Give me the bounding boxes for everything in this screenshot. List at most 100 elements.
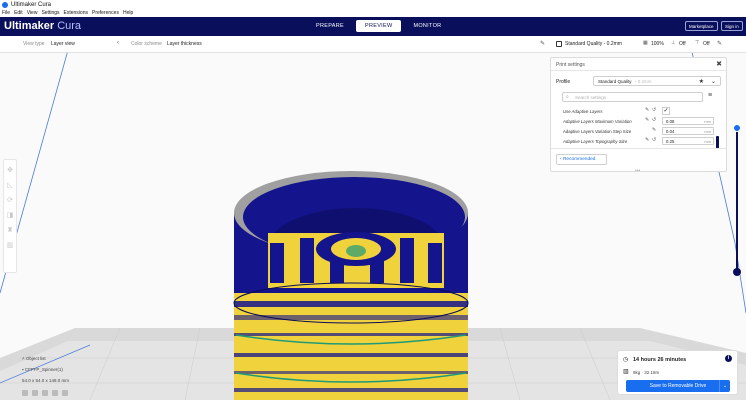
app-header: Ultimaker Cura PREPARE PREVIEW MONITOR M… bbox=[0, 17, 746, 36]
right-view-icon[interactable] bbox=[62, 390, 68, 396]
linked-pencil-icon[interactable]: ✎ bbox=[645, 117, 649, 123]
menu-help[interactable]: Help bbox=[123, 10, 133, 16]
view-toolbar: View type Layer view ‹ Color scheme Laye… bbox=[0, 36, 746, 53]
reset-icon[interactable]: ↺ bbox=[652, 137, 656, 143]
chevron-down-icon[interactable]: ⌄ bbox=[719, 380, 730, 392]
spool-icon: ▥ bbox=[623, 369, 629, 375]
adhesion-value[interactable]: Off bbox=[703, 41, 710, 47]
tool-strip: ✥ ◺ ⟳ ◨ ♜ ▥ bbox=[3, 159, 17, 273]
variation-step-size-input[interactable]: 0.04 mm bbox=[662, 127, 714, 135]
input-unit: mm bbox=[704, 129, 711, 134]
setting-use-adaptive-layers: Use Adaptive Layers ✎ ↺ ✓ bbox=[563, 107, 713, 116]
scale-tool-icon[interactable]: ◺ bbox=[6, 180, 14, 191]
profile-label: Profile bbox=[556, 79, 571, 85]
infill-icon: ▦ bbox=[643, 40, 648, 46]
color-scheme-label: Color scheme bbox=[131, 41, 162, 47]
input-value: 0.25 bbox=[666, 139, 675, 144]
adhesion-icon: ⊤ bbox=[695, 40, 700, 46]
linked-pencil-icon[interactable]: ✎ bbox=[652, 127, 656, 133]
recommended-button[interactable]: ‹ Recommended bbox=[556, 154, 607, 165]
logo-bold: Ultimaker bbox=[4, 20, 55, 32]
reset-icon[interactable]: ↺ bbox=[652, 107, 656, 113]
front-view-icon[interactable] bbox=[32, 390, 38, 396]
stage-tabs: PREPARE PREVIEW MONITOR bbox=[307, 20, 450, 32]
window-title: Ultimaker Cura bbox=[11, 1, 52, 8]
setting-label: Adaptive Layers Variation Step Size bbox=[563, 129, 632, 134]
material-usage: 9kg · 32.18m bbox=[633, 370, 660, 375]
rotate-tool-icon[interactable]: ⟳ bbox=[6, 195, 14, 206]
object-name[interactable]: ▪ CFFFP_Spinner(1) bbox=[22, 367, 63, 372]
sign-in-button[interactable]: Sign in bbox=[721, 21, 743, 31]
view-type-label: View type bbox=[23, 41, 45, 47]
ultimaker-cura-logo: Ultimaker Cura bbox=[4, 20, 81, 32]
search-settings: ⌕ bbox=[562, 92, 703, 102]
layer-slider-top-handle[interactable] bbox=[733, 124, 741, 132]
chevron-left-icon[interactable]: ‹ bbox=[117, 40, 119, 46]
menu-edit[interactable]: Edit bbox=[14, 10, 23, 16]
marketplace-button[interactable]: Marketplace bbox=[685, 21, 718, 31]
input-unit: mm bbox=[704, 139, 711, 144]
reset-icon[interactable]: ↺ bbox=[652, 117, 656, 123]
menu-extensions[interactable]: Extensions bbox=[64, 10, 88, 16]
support-value[interactable]: Off bbox=[679, 41, 686, 47]
panel-divider bbox=[551, 148, 726, 149]
info-icon[interactable]: i bbox=[725, 355, 732, 362]
quality-selector[interactable]: Standard Quality - 0.2mm bbox=[565, 41, 622, 47]
settings-menu-icon[interactable]: ≡ bbox=[708, 92, 712, 99]
chevron-down-icon[interactable]: ⌄ bbox=[711, 78, 716, 85]
clock-icon: ◷ bbox=[623, 357, 629, 363]
input-value: 0.04 bbox=[666, 129, 675, 134]
menu-preferences[interactable]: Preferences bbox=[92, 10, 119, 16]
top-view-icon[interactable] bbox=[42, 390, 48, 396]
profile-dropdown[interactable]: Standard Quality - 0.2mm ★ ⌄ bbox=[593, 76, 721, 86]
object-dimensions: 54.0 x 54.0 x 148.0 mm bbox=[22, 378, 70, 383]
recommended-label: Recommended bbox=[562, 157, 596, 162]
edit-settings-pencil-icon[interactable]: ✎ bbox=[717, 40, 722, 47]
use-adaptive-layers-checkbox[interactable]: ✓ bbox=[662, 107, 670, 115]
menu-settings[interactable]: Settings bbox=[41, 10, 59, 16]
move-tool-icon[interactable]: ✥ bbox=[6, 165, 14, 176]
mirror-tool-icon[interactable]: ◨ bbox=[6, 210, 14, 221]
layer-slider-bottom-handle[interactable] bbox=[733, 268, 741, 276]
linked-pencil-icon[interactable]: ✎ bbox=[645, 137, 649, 143]
star-icon[interactable]: ★ bbox=[699, 78, 704, 85]
panel-title: Print settings bbox=[556, 62, 585, 68]
object-list: ˄ Object list ▪ CFFFP_Spinner(1) 54.0 x … bbox=[22, 356, 102, 396]
input-unit: mm bbox=[704, 119, 711, 124]
tab-monitor[interactable]: MONITOR bbox=[404, 20, 450, 32]
support-blocker-icon[interactable]: ▥ bbox=[6, 240, 14, 251]
max-variation-input[interactable]: 0.08 mm bbox=[662, 117, 714, 125]
tab-preview[interactable]: PREVIEW bbox=[355, 20, 402, 32]
input-value: 0.08 bbox=[666, 119, 675, 124]
linked-pencil-icon[interactable]: ✎ bbox=[645, 107, 649, 113]
pencil-icon[interactable]: ✎ bbox=[540, 40, 545, 47]
color-scheme-dropdown[interactable]: Layer thickness bbox=[167, 41, 202, 47]
menu-view[interactable]: View bbox=[27, 10, 38, 16]
menu-bar: File Edit View Settings Extensions Prefe… bbox=[0, 9, 746, 17]
object-list-title: Object list bbox=[25, 356, 46, 361]
cura-app-icon bbox=[2, 1, 8, 8]
close-icon[interactable]: ✖ bbox=[716, 60, 722, 68]
setting-label: Adaptive Layers Topography Size bbox=[563, 139, 628, 144]
search-icon: ⌕ bbox=[566, 94, 569, 100]
menu-file[interactable]: File bbox=[2, 10, 10, 16]
topography-size-input[interactable]: 0.25 mm bbox=[662, 137, 714, 145]
model-hub-center bbox=[346, 245, 366, 257]
tab-prepare[interactable]: PREPARE bbox=[307, 20, 353, 32]
left-view-icon[interactable] bbox=[52, 390, 58, 396]
quality-icon bbox=[556, 41, 562, 47]
object-action-icons bbox=[22, 390, 68, 396]
per-model-settings-icon[interactable]: ♜ bbox=[6, 225, 14, 236]
panel-header: Print settings ✖ bbox=[551, 58, 726, 71]
setting-topography-size: Adaptive Layers Topography Size ✎ ↺ 0.25… bbox=[563, 137, 714, 146]
layer-slider-track[interactable] bbox=[736, 128, 738, 273]
save-to-removable-drive-button[interactable]: Save to Removable Drive ⌄ bbox=[626, 380, 730, 392]
view-type-dropdown[interactable]: Layer view bbox=[51, 41, 75, 47]
cube-view-icon[interactable] bbox=[22, 390, 28, 396]
infill-value[interactable]: 100% bbox=[651, 41, 664, 47]
object-list-toggle[interactable]: ˄ Object list bbox=[22, 356, 46, 361]
profile-subvalue: - 0.2mm bbox=[635, 79, 652, 84]
save-label: Save to Removable Drive bbox=[649, 383, 707, 389]
resize-grip-icon[interactable]: ••• bbox=[635, 168, 640, 174]
search-input[interactable] bbox=[575, 94, 699, 101]
